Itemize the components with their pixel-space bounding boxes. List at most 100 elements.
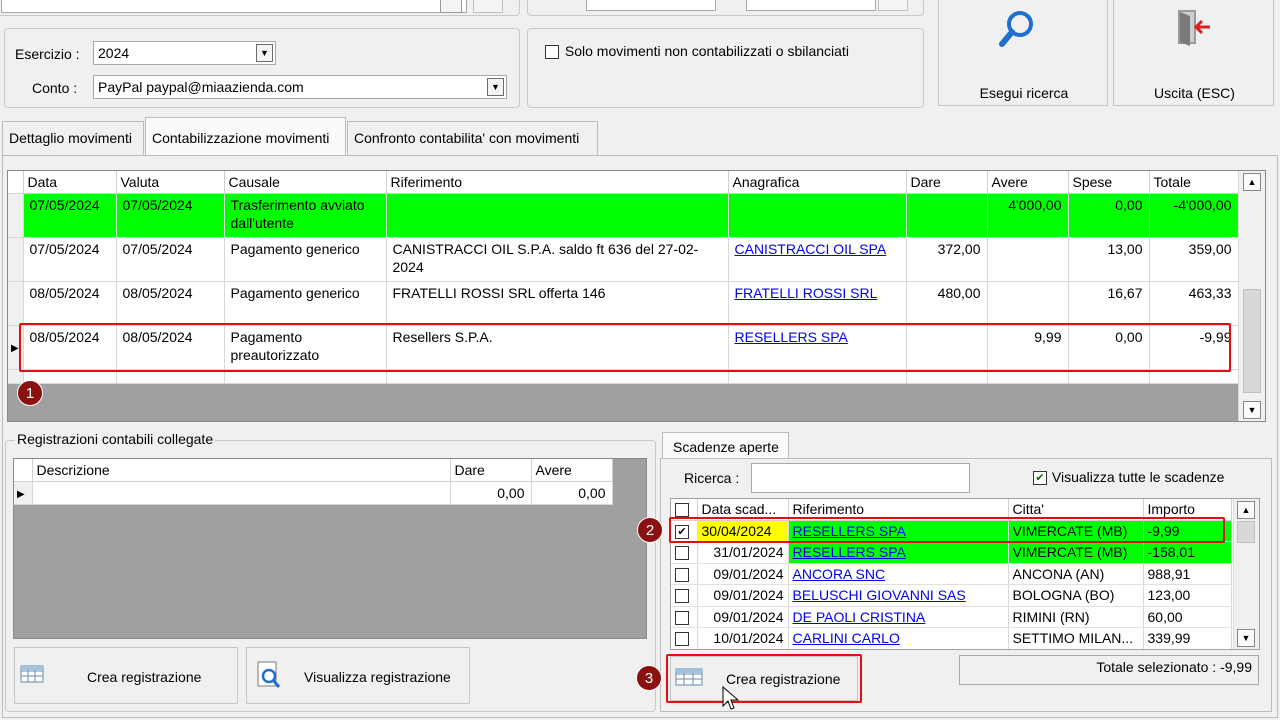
solo-movimenti-checkbox-row[interactable]: Solo movimenti non contabilizzati o sbil… bbox=[545, 43, 849, 60]
scroll-thumb[interactable] bbox=[1243, 289, 1261, 393]
registrazioni-header-row: Descrizione Dare Avere bbox=[14, 459, 613, 482]
column-header-importo[interactable]: Importo bbox=[1143, 499, 1232, 521]
table-row[interactable]: 09/01/2024 ANCORA SNC ANCONA (AN) 988,91 bbox=[671, 563, 1232, 585]
cell-anagrafica[interactable]: FRATELLI ROSSI SRL bbox=[728, 281, 907, 326]
visualizza-tutte-row[interactable]: ✔ Visualizza tutte le scadenze bbox=[1033, 469, 1225, 486]
row-indicator bbox=[8, 237, 24, 282]
cell-anagrafica[interactable] bbox=[728, 193, 907, 238]
cell-importo: -9,99 bbox=[1143, 520, 1232, 542]
scadenze-scrollbar[interactable]: ▲ ▼ bbox=[1233, 499, 1259, 649]
table-row-selected[interactable]: ▶ 08/05/2024 08/05/2024 Pagamento preaut… bbox=[8, 325, 1239, 370]
cell-riferimento[interactable]: RESELLERS SPA bbox=[788, 520, 1009, 542]
top-partial-button-2[interactable] bbox=[473, 0, 503, 13]
table-row[interactable]: 31/01/2024 RESELLERS SPA VIMERCATE (MB) … bbox=[671, 541, 1232, 564]
cell-riferimento[interactable]: RESELLERS SPA bbox=[788, 541, 1009, 564]
chevron-down-icon[interactable]: ▼ bbox=[256, 44, 273, 62]
column-header-data[interactable]: Data bbox=[23, 171, 117, 194]
column-header-riferimento[interactable]: Riferimento bbox=[386, 171, 729, 194]
cell-spese: 0,00 bbox=[1068, 193, 1150, 238]
cell-riferimento[interactable]: ANCORA SNC bbox=[788, 563, 1009, 585]
visualizza-tutte-checkbox[interactable]: ✔ bbox=[1033, 471, 1047, 486]
scroll-down-icon[interactable]: ▼ bbox=[1237, 629, 1255, 647]
row-checkbox-checked[interactable]: ✔ bbox=[675, 524, 689, 539]
cell-anagrafica[interactable]: RESELLERS SPA bbox=[728, 325, 907, 370]
cell-riferimento[interactable]: BELUSCHI GIOVANNI SAS bbox=[788, 584, 1009, 607]
crea-registrazione-button-left[interactable]: Crea registrazione bbox=[14, 647, 238, 704]
column-header-causale[interactable]: Causale bbox=[224, 171, 387, 194]
column-header-descrizione[interactable]: Descrizione bbox=[32, 459, 451, 482]
visualizza-tutte-label: Visualizza tutte le scadenze bbox=[1051, 469, 1225, 485]
esercizio-select[interactable]: 2024 ▼ bbox=[93, 41, 276, 65]
tab-dettaglio-movimenti[interactable]: Dettaglio movimenti bbox=[2, 121, 144, 155]
cell-data: 08/05/2024 bbox=[23, 325, 117, 370]
exit-button[interactable]: Uscita (ESC) bbox=[1113, 0, 1274, 106]
scadenze-header-row: Data scad... Riferimento Citta' Importo bbox=[671, 499, 1232, 521]
cell-riferimento bbox=[386, 193, 729, 238]
row-checkbox[interactable] bbox=[675, 589, 689, 604]
solo-movimenti-label: Solo movimenti non contabilizzati o sbil… bbox=[564, 43, 849, 59]
ricerca-input[interactable] bbox=[751, 463, 970, 493]
select-all-header[interactable] bbox=[671, 499, 698, 521]
search-button[interactable]: Esegui ricerca bbox=[938, 0, 1108, 106]
cell-dare bbox=[906, 325, 988, 370]
search-label: Esegui ricerca bbox=[979, 85, 1069, 101]
chevron-down-icon[interactable]: ▼ bbox=[487, 78, 504, 96]
column-header-spese[interactable]: Spese bbox=[1068, 171, 1150, 194]
select-all-checkbox[interactable] bbox=[675, 503, 689, 518]
column-header-riferimento[interactable]: Riferimento bbox=[788, 499, 1009, 521]
table-row[interactable]: ▶ 0,00 0,00 bbox=[14, 481, 613, 505]
scroll-up-icon[interactable]: ▲ bbox=[1237, 501, 1255, 519]
crea-registrazione-button-scadenze[interactable]: Crea registrazione bbox=[670, 656, 858, 701]
column-header-totale[interactable]: Totale bbox=[1149, 171, 1239, 194]
tab-confronto-contabilita[interactable]: Confronto contabilita' con movimenti bbox=[347, 121, 598, 155]
row-indicator bbox=[8, 281, 24, 326]
registrazioni-table: Descrizione Dare Avere ▶ 0,00 0,00 bbox=[14, 459, 613, 505]
scroll-up-icon[interactable]: ▲ bbox=[1243, 173, 1261, 191]
column-header-dare[interactable]: Dare bbox=[450, 459, 532, 482]
cell-riferimento[interactable]: CARLINI CARLO bbox=[788, 627, 1009, 649]
cell-spese: 16,67 bbox=[1068, 281, 1150, 326]
table-row[interactable]: ✔ 30/04/2024 RESELLERS SPA VIMERCATE (MB… bbox=[671, 520, 1232, 542]
top-partial-button-1[interactable] bbox=[440, 0, 462, 13]
row-checkbox[interactable] bbox=[675, 610, 689, 625]
tab-contabilizzazione-movimenti[interactable]: Contabilizzazione movimenti bbox=[145, 117, 346, 155]
table-row[interactable]: 09/01/2024 BELUSCHI GIOVANNI SAS BOLOGNA… bbox=[671, 584, 1232, 607]
scroll-thumb[interactable] bbox=[1237, 521, 1255, 543]
table-row[interactable]: 07/05/2024 07/05/2024 Pagamento generico… bbox=[8, 237, 1239, 282]
column-header-dare[interactable]: Dare bbox=[906, 171, 988, 194]
cell-anagrafica[interactable]: CANISTRACCI OIL SPA bbox=[728, 237, 907, 282]
conto-select[interactable]: PayPal paypal@miaazienda.com ▼ bbox=[93, 75, 507, 99]
column-header-avere[interactable]: Avere bbox=[531, 459, 613, 482]
table-add-icon bbox=[675, 668, 703, 686]
movements-scrollbar[interactable]: ▲ ▼ bbox=[1238, 171, 1265, 421]
top-partial-button-3[interactable] bbox=[878, 0, 908, 11]
visualizza-registrazione-button[interactable]: Visualizza registrazione bbox=[246, 647, 470, 704]
column-header-valuta[interactable]: Valuta bbox=[116, 171, 225, 194]
top-partial-date-from[interactable] bbox=[586, 0, 716, 11]
row-checkbox[interactable] bbox=[675, 546, 689, 561]
top-partial-field[interactable] bbox=[1, 0, 467, 13]
column-header-avere[interactable]: Avere bbox=[987, 171, 1069, 194]
cell-avere: 0,00 bbox=[531, 481, 613, 505]
solo-movimenti-checkbox[interactable] bbox=[545, 45, 559, 60]
cell-valuta: 08/05/2024 bbox=[116, 281, 225, 326]
movements-table: Data Valuta Causale Riferimento Anagrafi… bbox=[8, 171, 1239, 384]
movements-grid: Data Valuta Causale Riferimento Anagrafi… bbox=[7, 170, 1266, 422]
column-header-citta[interactable]: Citta' bbox=[1008, 499, 1144, 521]
table-row[interactable]: 10/01/2024 CARLINI CARLO SETTIMO MILAN..… bbox=[671, 627, 1232, 649]
conto-value: PayPal paypal@miaazienda.com bbox=[98, 79, 304, 95]
top-partial-date-to[interactable] bbox=[746, 0, 876, 11]
table-row[interactable]: 09/01/2024 DE PAOLI CRISTINA RIMINI (RN)… bbox=[671, 606, 1232, 628]
crea-registrazione-label: Crea registrazione bbox=[726, 671, 841, 687]
column-header-anagrafica[interactable]: Anagrafica bbox=[728, 171, 907, 194]
tab-label: Contabilizzazione movimenti bbox=[152, 130, 330, 146]
table-row[interactable]: 08/05/2024 08/05/2024 Pagamento generico… bbox=[8, 281, 1239, 326]
tab-scadenze-aperte[interactable]: Scadenze aperte bbox=[662, 432, 789, 460]
cell-valuta: 07/05/2024 bbox=[116, 193, 225, 238]
cell-riferimento[interactable]: DE PAOLI CRISTINA bbox=[788, 606, 1009, 628]
row-checkbox[interactable] bbox=[675, 567, 689, 582]
scroll-down-icon[interactable]: ▼ bbox=[1243, 401, 1261, 419]
table-row[interactable]: 07/05/2024 07/05/2024 Trasferimento avvi… bbox=[8, 193, 1239, 238]
row-checkbox[interactable] bbox=[675, 632, 689, 647]
column-header-data-scad[interactable]: Data scad... bbox=[697, 499, 789, 521]
